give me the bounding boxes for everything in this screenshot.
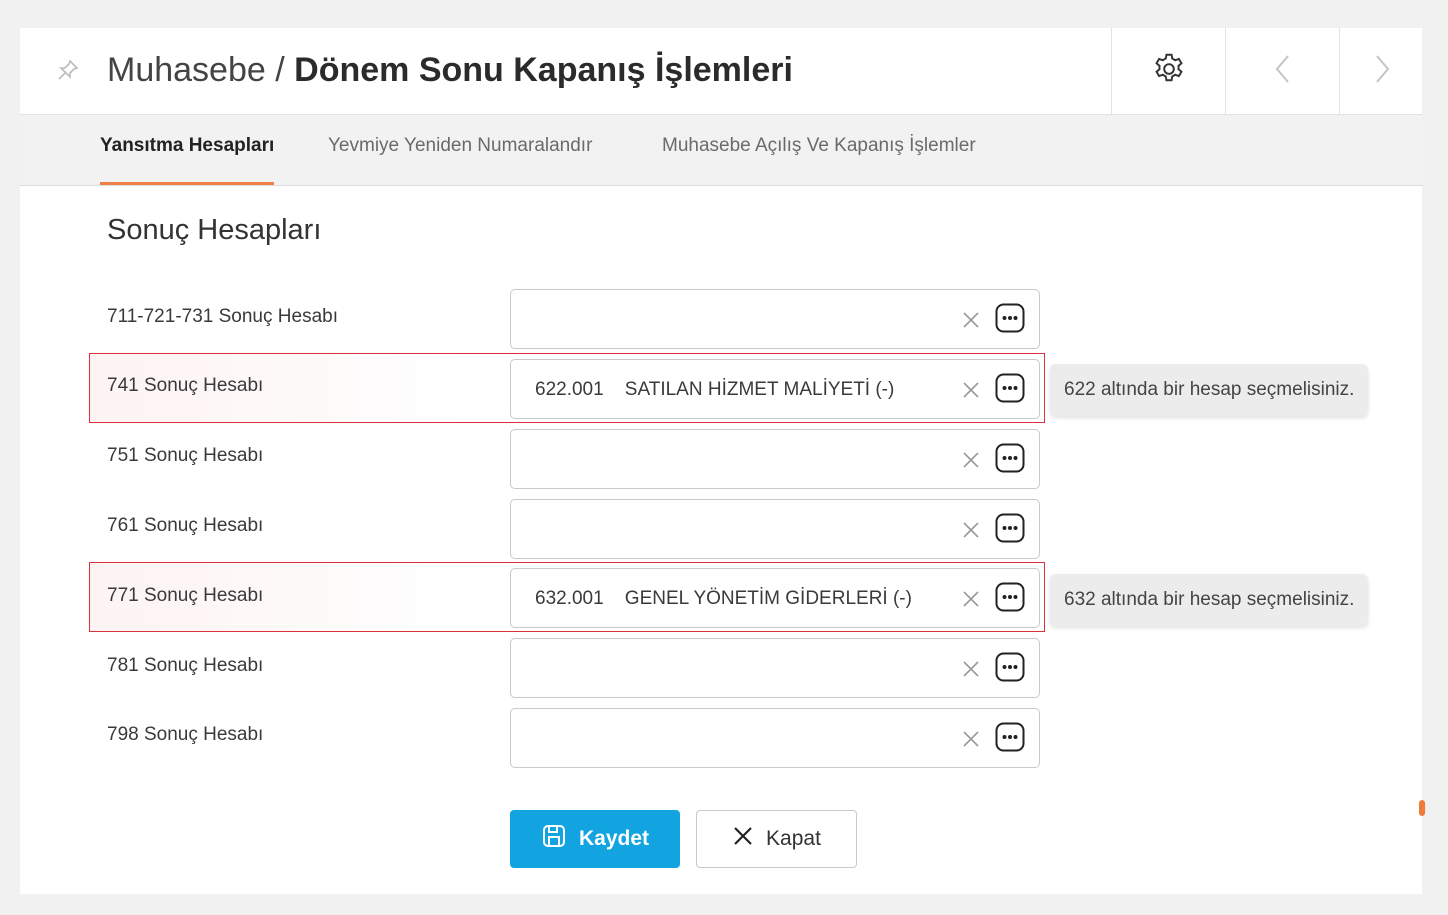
section-title: Sonuç Hesapları [107,214,322,246]
account-field[interactable] [510,289,1040,349]
page-title-text: Dönem Sonu Kapanış İşlemleri [294,51,793,89]
more-icon[interactable] [995,652,1025,682]
account-field-value: 622.001 SATILAN HİZMET MALİYETİ (-) [535,379,895,400]
next-button[interactable] [1339,28,1423,114]
main-panel: Muhasebe / Dönem Sonu Kapanış İşlemleri … [20,28,1422,894]
settings-button[interactable] [1111,28,1225,114]
error-tooltip: 632 altında bir hesap seçmelisiniz. [1050,574,1369,626]
more-icon[interactable] [995,373,1025,403]
more-icon[interactable] [995,582,1025,612]
account-field[interactable]: 622.001 SATILAN HİZMET MALİYETİ (-) [510,359,1040,419]
close-icon[interactable] [961,310,981,330]
chevron-right-icon [1372,53,1392,90]
more-icon[interactable] [995,303,1025,333]
close-icon[interactable] [961,589,981,609]
page-header: Muhasebe / Dönem Sonu Kapanış İşlemleri [20,28,1422,115]
row-label: 798 Sonuç Hesabı [107,724,264,745]
account-field[interactable] [510,708,1040,768]
gear-icon [1151,51,1187,92]
breadcrumb[interactable]: Muhasebe [107,51,266,89]
more-icon[interactable] [995,722,1025,752]
row-label: 781 Sonuç Hesabı [107,655,264,676]
save-button[interactable]: Kaydet [510,810,680,868]
close-icon [732,825,754,853]
row-label: 761 Sonuç Hesabı [107,515,264,536]
save-icon [541,823,567,855]
tab-muhasebe-acilis-kapanis[interactable]: Muhasebe Açılış Ve Kapanış İşlemler [662,135,976,185]
more-icon[interactable] [995,443,1025,473]
error-tooltip: 622 altında bir hesap seçmelisiniz. [1050,364,1369,416]
tab-yansitma-hesaplari[interactable]: Yansıtma Hesapları [100,135,275,185]
account-field[interactable] [510,638,1040,698]
pin-icon[interactable] [56,58,80,82]
row-label: 751 Sonuç Hesabı [107,445,264,466]
page-title: Muhasebe / Dönem Sonu Kapanış İşlemleri [107,48,793,92]
close-icon[interactable] [961,729,981,749]
close-icon[interactable] [961,450,981,470]
close-icon[interactable] [961,659,981,679]
account-field[interactable]: 632.001 GENEL YÖNETİM GİDERLERİ (-) [510,568,1040,628]
previous-button[interactable] [1225,28,1339,114]
account-field[interactable] [510,429,1040,489]
tab-bar: Yansıtma Hesapları Yevmiye Yeniden Numar… [20,115,1422,186]
save-button-label: Kaydet [578,827,650,850]
row-label: 741 Sonuç Hesabı [107,375,264,396]
breadcrumb-separator: / [275,51,285,89]
tab-yevmiye-yeniden-numaralandir[interactable]: Yevmiye Yeniden Numaralandır [328,135,592,185]
close-button[interactable]: Kapat [696,810,857,868]
account-field-value: 632.001 GENEL YÖNETİM GİDERLERİ (-) [535,588,912,609]
chevron-left-icon [1273,53,1293,90]
close-icon[interactable] [961,380,981,400]
more-icon[interactable] [995,513,1025,543]
close-icon[interactable] [961,520,981,540]
row-label: 711-721-731 Sonuç Hesabı [107,306,338,327]
scroll-indicator [1419,800,1425,816]
close-button-label: Kapat [766,827,821,850]
account-field[interactable] [510,499,1040,559]
row-label: 771 Sonuç Hesabı [107,585,264,606]
